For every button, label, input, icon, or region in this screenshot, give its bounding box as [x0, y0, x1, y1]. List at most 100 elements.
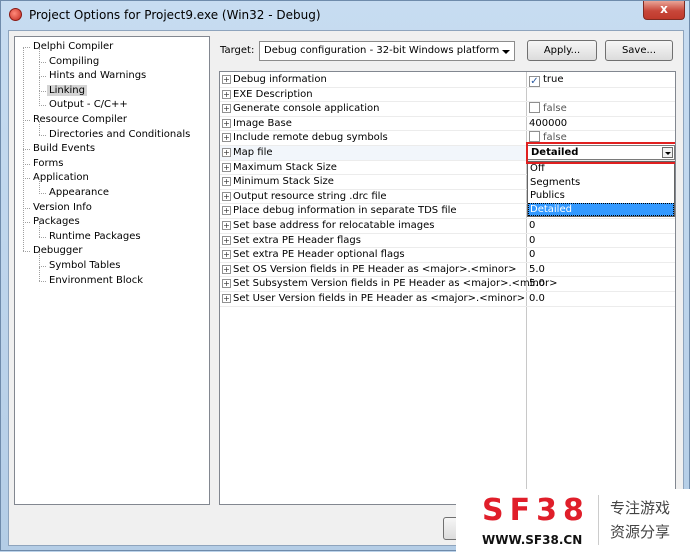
- property-value[interactable]: 0: [529, 219, 535, 233]
- tree-item-version-info[interactable]: Version Info: [31, 201, 94, 215]
- property-row[interactable]: + Set extra PE Header flags 0: [220, 234, 675, 249]
- tree-child-line: [39, 62, 40, 77]
- options-tree[interactable]: Delphi Compiler Compiling Hints and Warnin…: [14, 36, 210, 505]
- annotation-highlight-box: [526, 142, 675, 164]
- tree-item-output-c-c[interactable]: Output - C/C++: [47, 98, 130, 112]
- expand-icon[interactable]: +: [222, 206, 231, 216]
- property-value[interactable]: 0.0: [529, 292, 545, 306]
- property-name: Set Subsystem Version fields in PE Heade…: [233, 278, 558, 290]
- checkbox-icon[interactable]: [529, 131, 540, 143]
- tree-branch-line: [23, 149, 30, 151]
- chevron-down-icon[interactable]: [502, 50, 510, 54]
- expand-icon[interactable]: +: [222, 162, 231, 172]
- tree-item-label: Appearance: [49, 187, 110, 198]
- property-value[interactable]: 400000: [529, 117, 567, 131]
- expand-icon[interactable]: +: [222, 89, 231, 99]
- property-value-text: false: [543, 103, 567, 115]
- tree-item-compiling[interactable]: Compiling: [47, 55, 101, 69]
- expand-icon[interactable]: +: [222, 177, 231, 187]
- property-value-text: 5.0: [529, 263, 545, 275]
- property-value[interactable]: ✓ true: [529, 73, 564, 87]
- tree-item-label: Version Info: [33, 201, 92, 213]
- expand-icon[interactable]: +: [222, 235, 231, 245]
- property-row[interactable]: + Set extra PE Header optional flags 0: [220, 248, 675, 263]
- save-button[interactable]: Save...: [605, 40, 673, 61]
- tree-item-environment-block[interactable]: Environment Block: [47, 274, 145, 288]
- checkbox-checked-icon[interactable]: ✓: [529, 76, 540, 87]
- apply-button[interactable]: Apply...: [527, 40, 597, 61]
- expand-icon[interactable]: +: [222, 250, 231, 260]
- watermark-slogan-1: 专注游戏: [610, 499, 671, 517]
- dropdown-option[interactable]: Segments: [528, 176, 674, 190]
- expand-icon[interactable]: +: [222, 279, 231, 289]
- tree-item-delphi-compiler[interactable]: Delphi Compiler: [31, 40, 115, 54]
- map-file-dropdown[interactable]: Off Segments Publics Detailed: [527, 161, 675, 217]
- property-value-text: 0: [529, 220, 536, 231]
- property-row[interactable]: + Set User Version fields in PE Header as…: [220, 292, 675, 307]
- property-grid[interactable]: + Debug information ✓ true + EXE Description +…: [219, 71, 676, 505]
- expand-icon[interactable]: +: [222, 133, 231, 143]
- property-value-text: 0.0: [529, 293, 545, 304]
- tree-item-label: Directories and Conditionals: [49, 128, 191, 140]
- property-row[interactable]: + Set Subsystem Version fields in PE Head…: [220, 277, 675, 292]
- expand-icon[interactable]: +: [222, 104, 231, 114]
- tree-item-runtime-packages[interactable]: Runtime Packages: [47, 230, 143, 244]
- property-row[interactable]: + Debug information ✓ true: [220, 73, 675, 88]
- property-name: Debug information: [233, 74, 327, 85]
- property-value[interactable]: 5.0: [529, 263, 545, 277]
- tree-item-label: Runtime Packages: [49, 230, 141, 242]
- target-select-value: Debug configuration - 32-bit Windows pla…: [264, 45, 500, 56]
- property-value[interactable]: 0: [529, 248, 535, 262]
- property-row[interactable]: + EXE Description: [220, 88, 675, 103]
- title-bar[interactable]: Project Options for Project9.exe (Win32 …: [1, 1, 690, 29]
- tree-item-label: Linking: [47, 84, 87, 96]
- tree-item-build-events[interactable]: Build Events: [31, 142, 97, 156]
- property-name: Set base address for relocatable images: [233, 220, 435, 231]
- checkbox-icon[interactable]: [529, 102, 540, 114]
- property-name: Place debug information in separate TDS …: [233, 205, 457, 217]
- dropdown-option[interactable]: Detailed: [528, 202, 674, 217]
- dialog-client-area: Delphi Compiler Compiling Hints and Warnin…: [8, 30, 684, 546]
- close-button[interactable]: x: [643, 1, 685, 20]
- tree-branch-line: [23, 163, 30, 165]
- property-name: Set OS Version fields in PE Header as <m…: [233, 263, 517, 275]
- property-name: Maximum Stack Size: [233, 161, 337, 173]
- tree-branch-line: [39, 193, 46, 194]
- dropdown-option[interactable]: Publics: [528, 189, 674, 203]
- property-row[interactable]: + Image Base 400000: [220, 117, 675, 132]
- tree-item-linking[interactable]: Linking: [47, 84, 87, 98]
- tree-branch-line: [39, 61, 46, 63]
- tree-item-symbol-tables[interactable]: Symbol Tables: [47, 259, 123, 273]
- tree-item-label: Delphi Compiler: [33, 41, 114, 52]
- property-value[interactable]: false: [529, 102, 567, 116]
- expand-icon[interactable]: +: [222, 294, 231, 303]
- property-row[interactable]: + Set base address for relocatable images…: [220, 219, 675, 234]
- expand-icon[interactable]: +: [222, 191, 231, 201]
- expand-icon[interactable]: +: [222, 221, 231, 230]
- tree-item-label: Output - C/C++: [49, 99, 128, 111]
- property-value-text: true: [543, 74, 564, 85]
- property-value-text: 0: [529, 234, 536, 246]
- tree-branch-line: [39, 236, 46, 238]
- tree-child-line: [39, 252, 40, 267]
- expand-icon[interactable]: +: [222, 118, 231, 128]
- expand-icon[interactable]: +: [222, 148, 231, 157]
- expand-icon[interactable]: +: [222, 264, 231, 274]
- property-name: Generate console application: [233, 103, 380, 115]
- property-name: Set extra PE Header flags: [233, 234, 361, 246]
- target-select[interactable]: Debug configuration - 32-bit Windows pla…: [259, 41, 515, 61]
- property-value[interactable]: 0: [529, 234, 535, 248]
- property-value[interactable]: 5.0: [529, 277, 545, 291]
- tree-item-appearance[interactable]: Appearance: [47, 186, 111, 200]
- property-row[interactable]: + Generate console application false: [220, 102, 675, 117]
- tree-branch-line: [23, 120, 30, 121]
- property-row[interactable]: + Set OS Version fields in PE Header as <…: [220, 263, 675, 278]
- tree-item-hints-and-warnings[interactable]: Hints and Warnings: [47, 69, 148, 83]
- target-label: Target:: [220, 45, 255, 56]
- property-name: Set User Version fields in PE Header as …: [233, 293, 526, 304]
- expand-icon[interactable]: +: [222, 75, 231, 84]
- tree-item-directories-and-conditionals[interactable]: Directories and Conditionals: [47, 128, 192, 142]
- tree-item-forms[interactable]: Forms: [31, 157, 65, 171]
- dropdown-option[interactable]: Off: [528, 162, 674, 176]
- tree-item-resource-compiler[interactable]: Resource Compiler: [31, 113, 129, 127]
